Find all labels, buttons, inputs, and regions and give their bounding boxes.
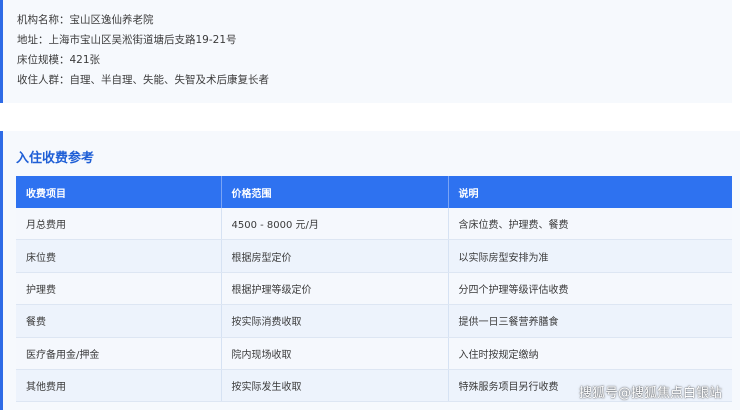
- column-header-item: 收费项目: [16, 176, 222, 208]
- resident-types: 收住人群：自理、半自理、失能、失智及术后康复长者: [17, 74, 269, 86]
- institution-address: 地址：上海市宝山区吴淞街道塘后支路19-21号: [17, 34, 237, 46]
- fee-price-cell: 4500 - 8000 元/月: [221, 208, 449, 241]
- fee-item-cell: 月总费用: [16, 208, 222, 241]
- fee-note-cell: 以实际房型安排为准: [448, 239, 732, 273]
- fee-item-cell: 床位费: [16, 239, 222, 273]
- fee-item-cell: 医疗备用金/押金: [16, 337, 222, 370]
- bed-capacity: 床位规模：421张: [17, 54, 101, 66]
- column-header-note: 说明: [448, 176, 732, 208]
- fee-table: 收费项目 价格范围 说明 月总费用 4500 - 8000 元/月 含床位费、护…: [16, 176, 732, 403]
- fee-note-cell: 提供一日三餐营养膳食: [448, 304, 732, 338]
- column-header-price: 价格范围: [221, 176, 449, 208]
- fee-item-cell: 餐费: [16, 304, 222, 338]
- fee-section-title: 入住收费参考: [16, 151, 95, 166]
- table-row: 床位费 根据房型定价 以实际房型安排为准: [16, 239, 732, 273]
- table-row: 医疗备用金/押金 院内现场收取 入住时按规定缴纳: [16, 337, 732, 370]
- fee-item-cell: 护理费: [16, 272, 222, 306]
- table-row: 月总费用 4500 - 8000 元/月 含床位费、护理费、餐费: [16, 208, 732, 241]
- fee-price-cell: 根据护理等级定价: [221, 272, 449, 306]
- table-row: 餐费 按实际消费收取 提供一日三餐营养膳食: [16, 304, 732, 338]
- fee-price-cell: 院内现场收取: [221, 337, 449, 370]
- fee-note-cell: 入住时按规定缴纳: [448, 337, 732, 370]
- fee-note-cell: 分四个护理等级评估收费: [448, 272, 732, 306]
- fee-reference-card: 入住收费参考 收费项目 价格范围 说明 月总费用 4500 - 8000 元/月…: [0, 131, 740, 410]
- fee-table-header-row: 收费项目 价格范围 说明: [16, 176, 732, 208]
- fee-price-cell: 根据房型定价: [221, 239, 449, 273]
- fee-item-cell: 其他费用: [16, 369, 222, 403]
- watermark: 搜狐号@搜狐焦点白银站: [578, 386, 722, 401]
- fee-price-cell: 按实际消费收取: [221, 304, 449, 338]
- fee-note-cell: 含床位费、护理费、餐费: [448, 208, 732, 241]
- institution-info-card: 机构名称：宝山区逸仙养老院 地址：上海市宝山区吴淞街道塘后支路19-21号 床位…: [0, 0, 732, 103]
- fee-price-cell: 按实际发生收取: [221, 369, 449, 403]
- table-row: 护理费 根据护理等级定价 分四个护理等级评估收费: [16, 272, 732, 306]
- institution-name: 机构名称：宝山区逸仙养老院: [17, 14, 154, 26]
